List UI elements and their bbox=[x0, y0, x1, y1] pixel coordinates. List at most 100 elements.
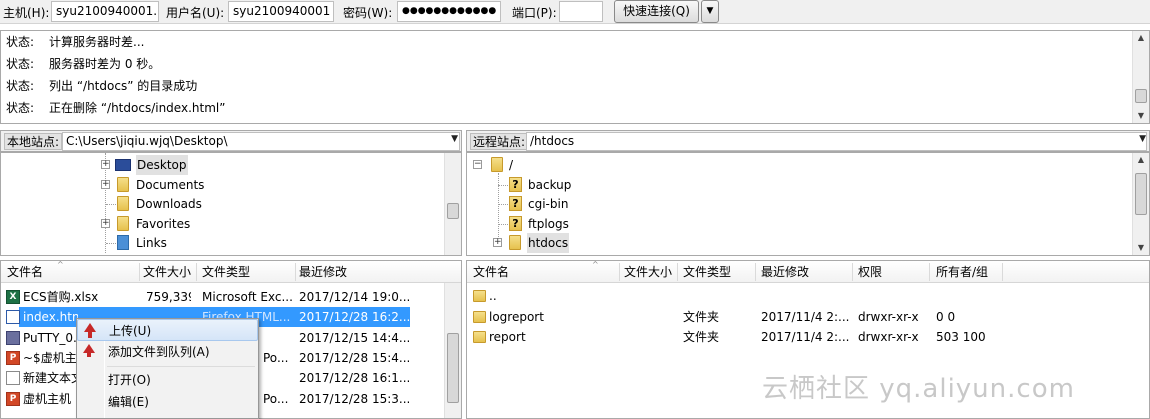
menu-item-upload[interactable]: 上传(U) bbox=[77, 319, 258, 341]
tree-node-label: Desktop bbox=[136, 155, 188, 175]
file-name: report bbox=[489, 330, 526, 344]
column-separator[interactable] bbox=[1002, 263, 1003, 281]
table-row[interactable]: report 文件夹 2017/11/4 2:... drwxr-xr-x 50… bbox=[467, 327, 1147, 347]
folder-icon bbox=[473, 331, 486, 343]
text-file-icon bbox=[6, 371, 20, 385]
table-row[interactable]: .. bbox=[467, 286, 1147, 306]
password-input[interactable]: ●●●●●●●●●●●● bbox=[397, 1, 501, 22]
file-name: index.html bbox=[23, 310, 78, 324]
port-input[interactable] bbox=[559, 1, 603, 22]
collapse-icon[interactable]: − bbox=[473, 160, 482, 169]
column-separator[interactable] bbox=[619, 263, 620, 281]
column-filesize[interactable]: 文件大小 bbox=[624, 261, 672, 283]
file-permissions: drwxr-xr-x bbox=[858, 330, 919, 344]
menu-item-add-to-queue[interactable]: 添加文件到队列(A) bbox=[77, 341, 258, 363]
file-owner: 0 0 bbox=[936, 310, 956, 324]
log-scrollbar[interactable]: ▲ ▼ bbox=[1132, 31, 1149, 123]
links-folder-icon bbox=[117, 235, 129, 250]
remote-path-input[interactable]: /htdocs bbox=[526, 132, 1147, 151]
file-modified: 2017/11/4 2:... bbox=[761, 310, 849, 324]
local-tree-scrollbar[interactable] bbox=[444, 153, 461, 255]
scroll-thumb[interactable] bbox=[1135, 89, 1147, 103]
favorites-folder-icon bbox=[117, 216, 129, 231]
remote-tree-scrollbar[interactable]: ▲ ▼ bbox=[1132, 153, 1149, 255]
column-modified[interactable]: 最近修改 bbox=[761, 261, 809, 283]
file-type: Microsoft Exc... bbox=[202, 290, 293, 304]
log-status-label: 状态: bbox=[6, 35, 35, 49]
expand-icon[interactable]: + bbox=[493, 238, 502, 247]
column-separator[interactable] bbox=[139, 263, 140, 281]
downloads-folder-icon bbox=[117, 196, 129, 211]
local-file-scrollbar[interactable] bbox=[444, 283, 461, 418]
file-name: 新建文本文 bbox=[23, 371, 78, 385]
log-message: 正在删除 “/htdocs/index.html” bbox=[49, 101, 226, 115]
excel-file-icon: X bbox=[6, 290, 20, 304]
column-filesize[interactable]: 文件大小 bbox=[143, 261, 191, 283]
username-input[interactable]: syu2100940001 bbox=[228, 1, 334, 22]
quickconnect-button[interactable]: 快速连接(Q) bbox=[614, 0, 699, 23]
column-separator[interactable] bbox=[295, 263, 296, 281]
menu-item-label: 编辑(E) bbox=[108, 395, 149, 409]
file-permissions: drwxr-xr-x bbox=[858, 310, 919, 324]
tree-guide bbox=[498, 224, 508, 225]
sort-ascending-icon: ^ bbox=[57, 260, 64, 269]
column-filetype[interactable]: 文件类型 bbox=[202, 261, 250, 283]
quickconnect-history-dropdown[interactable]: ▼ bbox=[701, 0, 719, 23]
local-site-label: 本地站点: bbox=[4, 133, 63, 150]
column-filename[interactable]: 文件名 bbox=[7, 261, 43, 283]
unknown-folder-icon: ? bbox=[509, 177, 522, 192]
expand-icon[interactable]: + bbox=[101, 219, 110, 228]
file-modified: 2017/12/28 16:2... bbox=[299, 310, 409, 324]
unknown-folder-icon: ? bbox=[509, 216, 522, 231]
column-separator[interactable] bbox=[196, 263, 197, 281]
scroll-thumb[interactable] bbox=[447, 203, 459, 219]
tree-node-label: ftplogs bbox=[528, 217, 569, 231]
scroll-down-icon[interactable]: ▼ bbox=[1133, 241, 1149, 255]
tree-guide bbox=[498, 173, 499, 243]
column-permissions[interactable]: 权限 bbox=[858, 261, 882, 283]
expand-icon[interactable]: + bbox=[101, 180, 110, 189]
context-menu: 上传(U) 添加文件到队列(A) 打开(O) 编辑(E) bbox=[76, 318, 259, 419]
expand-icon[interactable]: + bbox=[101, 160, 110, 169]
file-type: Po... bbox=[263, 351, 289, 365]
log-message: 计算服务器时差... bbox=[49, 35, 145, 49]
column-separator[interactable] bbox=[677, 263, 678, 281]
chevron-down-icon[interactable]: ▼ bbox=[451, 134, 458, 144]
column-owner-group[interactable]: 所有者/组 bbox=[936, 261, 988, 283]
scroll-up-icon[interactable]: ▲ bbox=[1133, 153, 1149, 167]
file-name: ECS首购.xlsx bbox=[23, 290, 99, 304]
local-path-input[interactable]: C:\Users\jiqiu.wjq\Desktop\ bbox=[62, 132, 460, 151]
file-modified: 2017/12/28 15:4... bbox=[299, 351, 409, 365]
htdocs-folder-icon bbox=[509, 235, 521, 250]
scroll-down-icon[interactable]: ▼ bbox=[1133, 109, 1149, 123]
column-separator[interactable] bbox=[852, 263, 853, 281]
powerpoint-file-icon: P bbox=[6, 351, 20, 365]
file-type: 文件夹 bbox=[683, 310, 720, 324]
host-input[interactable]: syu2100940001.m bbox=[51, 1, 159, 22]
column-modified[interactable]: 最近修改 bbox=[299, 261, 347, 283]
log-message: 服务器时差为 0 秒。 bbox=[49, 57, 161, 71]
table-row[interactable]: logreport 文件夹 2017/11/4 2:... drwxr-xr-x… bbox=[467, 307, 1147, 327]
column-separator[interactable] bbox=[755, 263, 756, 281]
menu-item-edit[interactable]: 编辑(E) bbox=[77, 391, 258, 413]
scroll-thumb[interactable] bbox=[447, 333, 459, 403]
column-separator[interactable] bbox=[929, 263, 930, 281]
tree-node-label: Links bbox=[136, 236, 167, 250]
column-filename[interactable]: 文件名 bbox=[473, 261, 509, 283]
table-row[interactable]: X ECS首购.xlsx 759,339 Microsoft Exc... 20… bbox=[1, 287, 446, 307]
file-modified: 2017/12/15 14:4... bbox=[299, 331, 409, 345]
file-type: Po... bbox=[263, 392, 289, 406]
desktop-icon bbox=[115, 159, 131, 171]
message-log: 状态: 计算服务器时差... 状态: 服务器时差为 0 秒。 状态: 列出 “/htd… bbox=[0, 30, 1150, 124]
column-filetype[interactable]: 文件类型 bbox=[683, 261, 731, 283]
chevron-down-icon[interactable]: ▼ bbox=[1139, 134, 1146, 144]
tree-guide bbox=[106, 243, 116, 244]
menu-item-open[interactable]: 打开(O) bbox=[77, 369, 258, 391]
log-status-label: 状态: bbox=[6, 57, 35, 71]
scroll-thumb[interactable] bbox=[1135, 173, 1147, 215]
tree-node-label: Documents bbox=[136, 178, 205, 192]
username-label: 用户名(U): bbox=[166, 6, 225, 20]
file-modified: 2017/12/28 16:1... bbox=[299, 371, 409, 385]
scroll-up-icon[interactable]: ▲ bbox=[1133, 31, 1149, 45]
file-modified: 2017/12/14 19:0... bbox=[299, 290, 409, 304]
